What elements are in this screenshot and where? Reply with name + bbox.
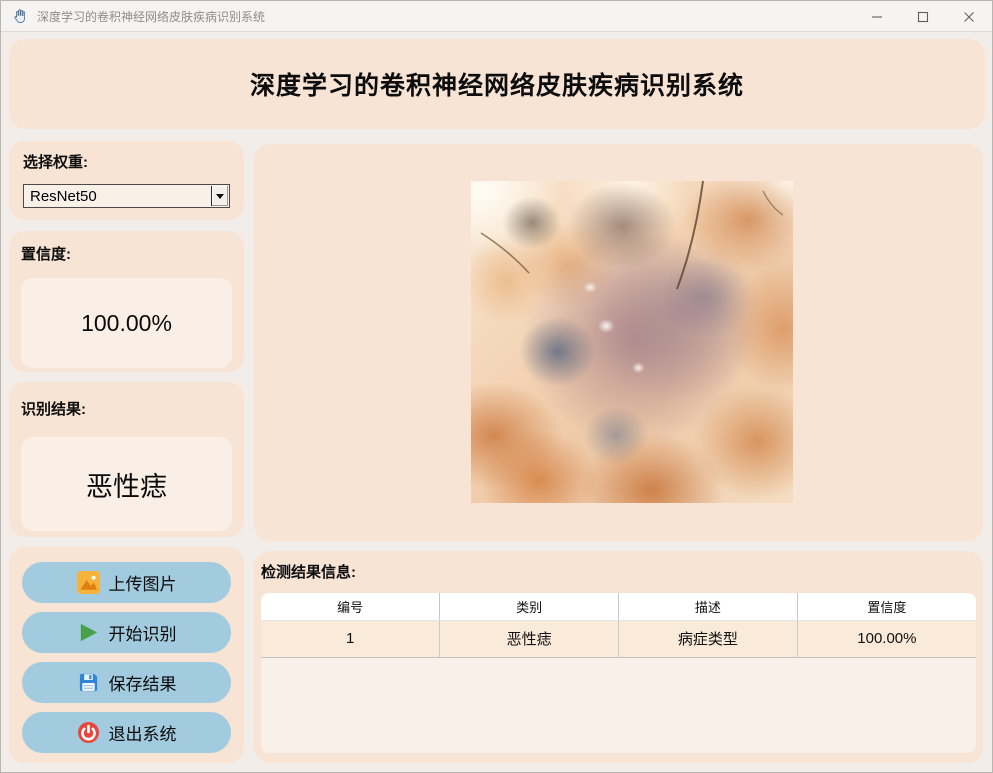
results-panel: 检测结果信息: 编号 类别 描述 置信度 1 恶性痣 病症类型 100.00% — [254, 551, 983, 763]
col-header-category: 类别 — [439, 593, 619, 621]
weight-select[interactable]: ResNet50 — [23, 184, 230, 208]
hand-icon — [14, 8, 26, 23]
power-icon — [77, 721, 99, 744]
close-icon — [964, 11, 974, 22]
confidence-panel: 置信度: 100.00% — [9, 231, 244, 372]
close-button[interactable] — [946, 1, 992, 32]
weight-label: 选择权重: — [23, 154, 88, 171]
image-panel — [254, 144, 983, 541]
confidence-box: 100.00% — [21, 278, 232, 368]
cell-category: 恶性痣 — [439, 620, 619, 658]
play-icon — [80, 623, 97, 642]
table-row[interactable]: 1 恶性痣 病症类型 100.00% — [261, 620, 976, 658]
cell-description: 病症类型 — [618, 620, 798, 658]
upload-image-button[interactable]: 上传图片 — [22, 562, 231, 603]
table-header-row: 编号 类别 描述 置信度 — [261, 593, 976, 621]
image-icon — [76, 571, 100, 594]
cell-confidence: 100.00% — [797, 620, 976, 658]
window-title: 深度学习的卷积神经网络皮肤疾病识别系统 — [37, 9, 266, 24]
results-label: 检测结果信息: — [261, 564, 356, 581]
result-box: 恶性痣 — [21, 437, 232, 531]
start-recognition-button[interactable]: 开始识别 — [22, 612, 231, 653]
app-window: 深度学习的卷积神经网络皮肤疾病识别系统 深度学习的卷积神经网络皮肤疾病识别系统 … — [0, 0, 993, 773]
col-header-id: 编号 — [261, 593, 441, 621]
result-value: 恶性痣 — [86, 471, 167, 502]
confidence-label: 置信度: — [21, 246, 71, 263]
exit-system-label: 退出系统 — [108, 725, 177, 744]
weight-selected-value: ResNet50 — [30, 187, 97, 205]
cell-id: 1 — [261, 620, 441, 658]
page-title: 深度学习的卷积神经网络皮肤疾病识别系统 — [249, 72, 744, 100]
start-recognition-label: 开始识别 — [108, 625, 177, 644]
col-header-description: 描述 — [618, 593, 798, 621]
col-header-confidence: 置信度 — [797, 593, 976, 621]
minimize-button[interactable] — [854, 1, 900, 32]
upload-image-label: 上传图片 — [108, 575, 177, 594]
actions-panel: 上传图片 开始识别 保存结果 退出系统 — [9, 547, 244, 763]
save-result-label: 保存结果 — [108, 675, 177, 694]
results-table: 编号 类别 描述 置信度 1 恶性痣 病症类型 100.00% — [261, 593, 976, 658]
result-panel: 识别结果: 恶性痣 — [9, 382, 244, 537]
chevron-down-icon — [216, 193, 224, 199]
results-table-container: 编号 类别 描述 置信度 1 恶性痣 病症类型 100.00% — [261, 593, 976, 753]
maximize-icon — [917, 11, 929, 22]
combo-dropdown-button[interactable] — [211, 186, 228, 206]
exit-system-button[interactable]: 退出系统 — [22, 712, 231, 753]
maximize-button[interactable] — [900, 1, 946, 32]
hair-strokes — [480, 181, 784, 290]
minimize-icon — [872, 15, 882, 18]
lesion-image — [471, 181, 793, 503]
header-panel: 深度学习的卷积神经网络皮肤疾病识别系统 — [9, 39, 985, 129]
save-icon — [79, 673, 97, 692]
weight-panel: 选择权重: ResNet50 — [9, 141, 244, 220]
save-result-button[interactable]: 保存结果 — [22, 662, 231, 703]
confidence-value: 100.00% — [81, 309, 172, 336]
titlebar: 深度学习的卷积神经网络皮肤疾病识别系统 — [1, 1, 992, 32]
result-label: 识别结果: — [21, 401, 86, 418]
